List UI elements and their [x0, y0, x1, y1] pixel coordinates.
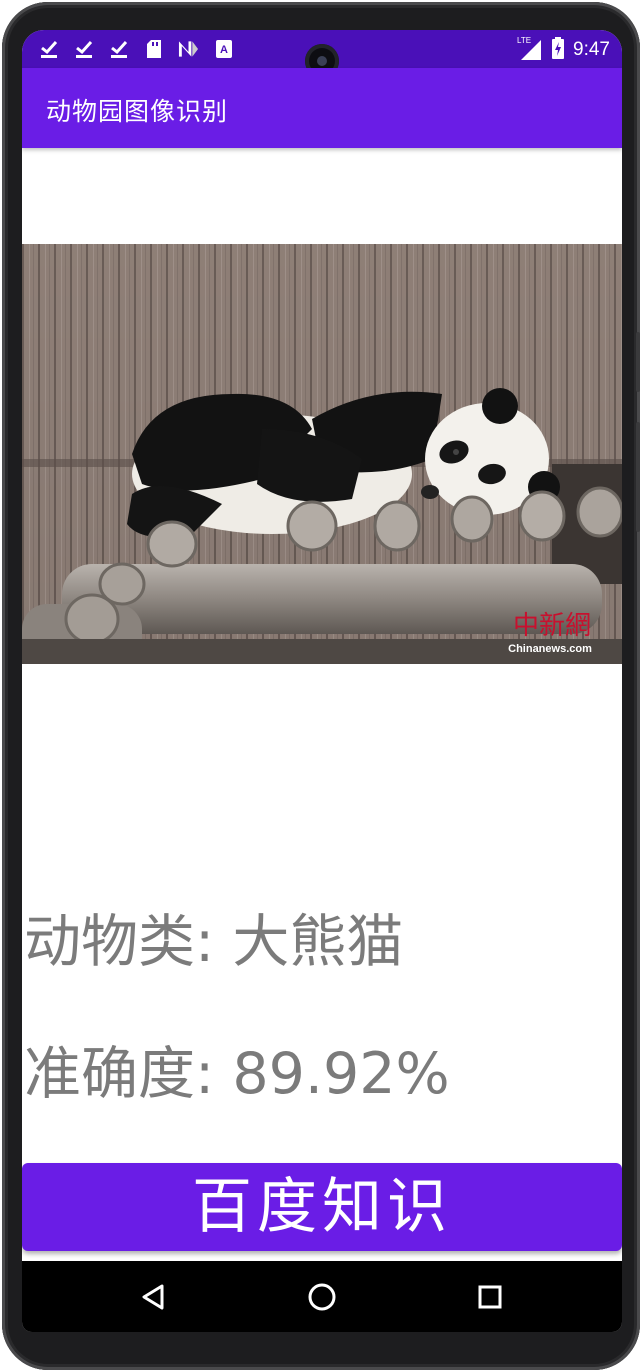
watermark-en: Chinanews.com	[508, 643, 592, 655]
notification-icons: A	[38, 38, 234, 59]
volume-button	[636, 332, 640, 392]
phone-screen: A LTE 9:47 动物园图像识别 中新網 Chinanews.com 动物类…	[22, 30, 622, 1332]
accuracy-result: 准确度: 89.92%	[24, 1041, 450, 1107]
watermark-cn: 中新網	[513, 611, 591, 641]
navigation-bar	[22, 1261, 622, 1332]
power-button	[636, 422, 640, 532]
recents-icon[interactable]	[472, 1279, 508, 1315]
lte-signal-icon: LTE	[517, 36, 543, 61]
system-status: LTE 9:47	[517, 36, 610, 63]
app-title: 动物园图像识别	[46, 97, 229, 126]
check-icon	[108, 38, 129, 59]
n-logo-icon	[178, 38, 199, 59]
status-time: 9:47	[573, 39, 610, 60]
a-box-icon: A	[213, 38, 234, 59]
baike-knowledge-button[interactable]: 百度知识	[22, 1163, 622, 1251]
home-icon[interactable]	[304, 1279, 340, 1315]
sd-card-icon	[143, 38, 164, 59]
check-icon	[73, 38, 94, 59]
back-icon[interactable]	[135, 1279, 171, 1315]
svg-text:A: A	[220, 44, 228, 56]
app-bar: 动物园图像识别	[22, 68, 622, 148]
battery-charging-icon	[551, 37, 565, 63]
phone-frame: A LTE 9:47 动物园图像识别 中新網 Chinanews.com 动物类…	[2, 2, 640, 1370]
animal-result: 动物类: 大熊猫	[24, 909, 404, 975]
panda-photo[interactable]: 中新網 Chinanews.com	[22, 244, 622, 664]
check-icon	[38, 38, 59, 59]
